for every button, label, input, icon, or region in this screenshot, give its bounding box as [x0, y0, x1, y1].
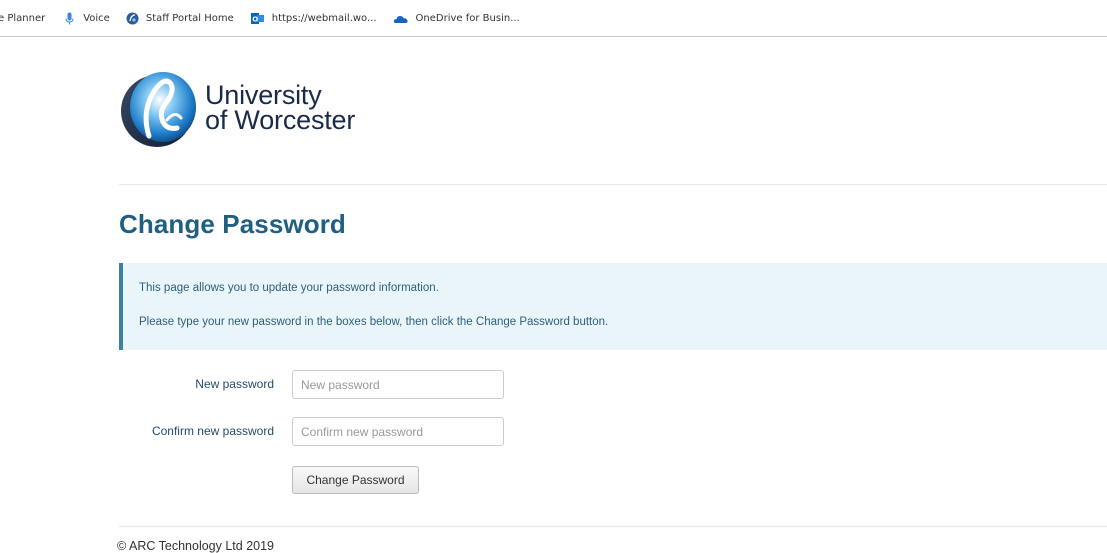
info-text-1: This page allows you to update your pass… — [139, 282, 439, 294]
confirm-password-label: Confirm new password — [151, 424, 274, 438]
confirm-password-input[interactable] — [292, 417, 504, 446]
confirm-password-row: Confirm new password — [119, 417, 819, 447]
info-text-2: Please type your new password in the box… — [139, 316, 609, 328]
header-divider — [119, 184, 1107, 185]
bookmark-staff-portal[interactable]: Staff Portal Home — [126, 8, 234, 28]
logo-wordmark: University of Worcester — [205, 79, 356, 135]
footer-divider — [119, 526, 1107, 527]
logo-line-university: University — [205, 79, 322, 110]
onedrive-cloud-icon — [393, 15, 408, 23]
bookmark-voice[interactable]: Voice — [63, 8, 110, 28]
bookmark-label: OneDrive for Busin... — [415, 12, 520, 24]
new-password-input[interactable] — [292, 370, 504, 399]
bookmark-label: https://webmail.wo... — [271, 12, 377, 24]
bookmark-label: e Planner — [0, 12, 46, 24]
microphone-icon — [65, 12, 74, 24]
new-password-row: New password — [119, 370, 819, 400]
info-panel: This page allows you to update your pass… — [119, 263, 1107, 350]
footer-copyright: © ARC Technology Ltd 2019 — [117, 539, 275, 553]
change-password-button[interactable]: Change Password — [292, 466, 419, 494]
bookmark-label: Voice — [83, 12, 110, 24]
page-title: Change Password — [119, 209, 346, 239]
bookmarks-bar: e Planner Voice Staff Portal Home O http… — [0, 0, 1107, 37]
bookmark-webmail[interactable]: O https://webmail.wo... — [250, 8, 377, 28]
bookmark-planner[interactable]: e Planner — [0, 8, 45, 28]
portal-globe-icon — [126, 12, 139, 24]
logo-line-worcester: of Worcester — [205, 104, 356, 135]
university-logo[interactable]: University of Worcester — [119, 66, 355, 149]
bookmark-onedrive[interactable]: OneDrive for Busin... — [393, 8, 520, 28]
bookmark-label: Staff Portal Home — [145, 12, 234, 24]
new-password-label: New password — [195, 377, 274, 391]
university-crest-icon — [121, 72, 196, 147]
svg-text:O: O — [252, 15, 258, 23]
outlook-icon: O — [250, 12, 264, 24]
